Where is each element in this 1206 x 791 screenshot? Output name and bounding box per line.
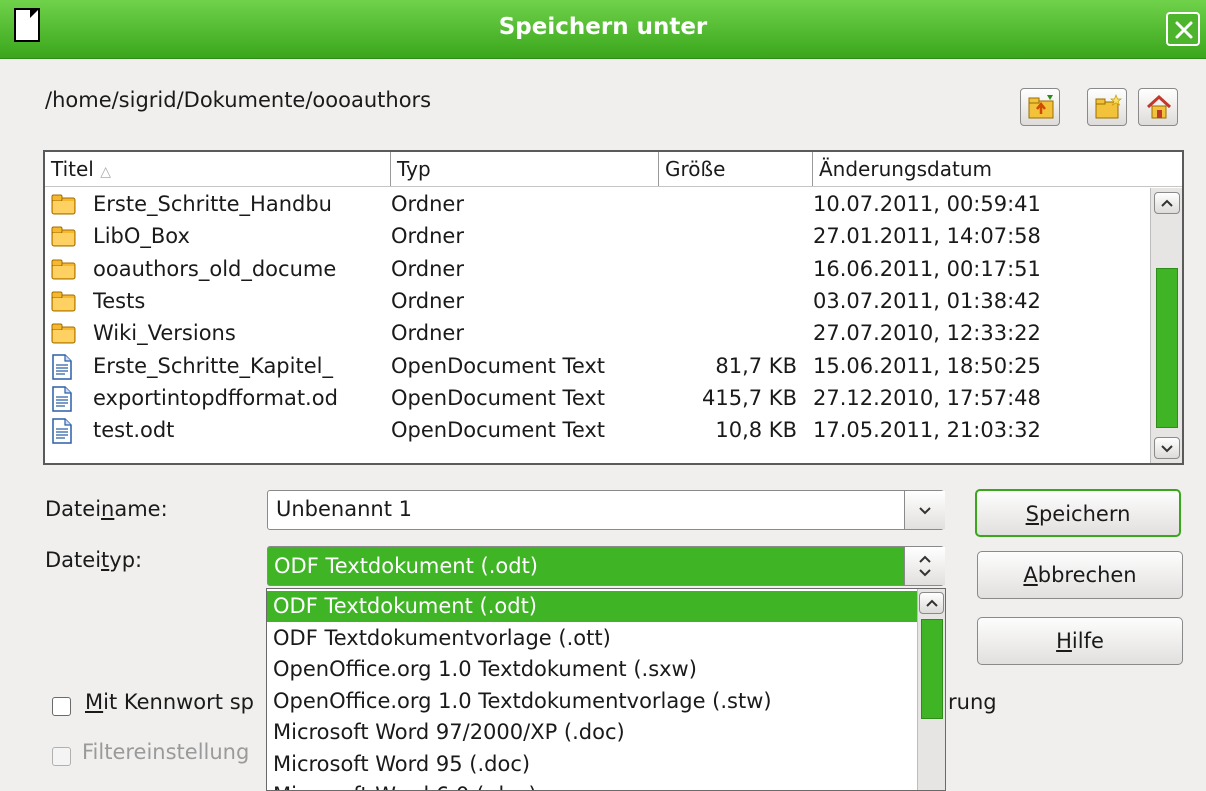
help-button[interactable]: Hilfe bbox=[977, 617, 1183, 665]
file-row[interactable]: Tests Ordner 03.07.2011, 01:38:42 bbox=[45, 285, 1145, 318]
filetype-option[interactable]: OpenOffice.org 1.0 Textdokumentvorlage (… bbox=[267, 686, 917, 717]
cancel-button[interactable]: Abbrechen bbox=[977, 551, 1183, 599]
file-modified-date: 27.01.2011, 14:07:58 bbox=[813, 224, 1041, 249]
filetype-selected-value: ODF Textdokument (.odt) bbox=[274, 554, 538, 578]
file-modified-date: 10.07.2011, 00:59:41 bbox=[813, 192, 1041, 216]
file-size: 81,7 KB bbox=[715, 353, 797, 378]
filetype-select[interactable]: ODF Textdokument (.odt) bbox=[267, 546, 945, 586]
file-row[interactable]: Wiki_Versions Ordner 27.07.2010, 12:33:22 bbox=[45, 317, 1145, 350]
file-type: Ordner bbox=[391, 224, 464, 249]
new-folder-button[interactable] bbox=[1087, 88, 1127, 126]
filename-label: Dateiname: bbox=[45, 497, 168, 521]
file-row[interactable]: ooauthors_old_docume Ordner 16.06.2011, 00… bbox=[45, 253, 1145, 286]
file-size: 415,7 KB bbox=[702, 385, 797, 410]
filetype-option[interactable]: ODF Textdokumentvorlage (.ott) bbox=[267, 623, 917, 654]
file-modified-date: 17.05.2011, 21:03:32 bbox=[813, 418, 1041, 443]
file-modified-date: 16.06.2011, 00:17:51 bbox=[813, 256, 1041, 281]
document-icon bbox=[51, 353, 73, 385]
column-header-size[interactable]: Größe bbox=[659, 152, 813, 186]
filename-dropdown-button[interactable] bbox=[904, 491, 945, 529]
file-name: Erste_Schritte_Handbu bbox=[93, 192, 332, 216]
list-header: Titel △ Typ Größe Änderungsdatum bbox=[45, 152, 1182, 187]
file-size: 10,8 KB bbox=[715, 418, 797, 443]
column-header-title-label: Titel bbox=[51, 157, 94, 181]
file-name: Tests bbox=[93, 288, 146, 313]
updown-arrows-icon bbox=[919, 555, 931, 577]
chevron-down-icon bbox=[919, 507, 931, 515]
filename-input[interactable]: Unbenannt 1 bbox=[276, 497, 412, 521]
file-modified-date: 15.06.2011, 18:50:25 bbox=[813, 353, 1041, 378]
filetype-option[interactable]: Microsoft Word 6.0 (.doc) bbox=[267, 780, 917, 790]
home-button[interactable] bbox=[1138, 88, 1178, 126]
password-checkbox[interactable] bbox=[52, 697, 71, 716]
password-checkbox-label-tail: rung bbox=[948, 690, 997, 714]
filetype-option[interactable]: Microsoft Word 97/2000/XP (.doc) bbox=[267, 717, 917, 748]
file-type: Ordner bbox=[391, 321, 464, 346]
home-icon bbox=[1146, 94, 1172, 119]
column-header-date[interactable]: Änderungsdatum bbox=[813, 152, 1182, 186]
filetype-option[interactable]: OpenOffice.org 1.0 Textdokument (.sxw) bbox=[267, 654, 917, 685]
scrollbar-thumb[interactable] bbox=[921, 619, 943, 719]
document-icon bbox=[51, 418, 73, 449]
file-modified-date: 27.07.2010, 12:33:22 bbox=[813, 321, 1041, 346]
file-name: ooauthors_old_docume bbox=[93, 256, 337, 281]
folder-icon bbox=[51, 192, 77, 221]
scrollbar-thumb[interactable] bbox=[1156, 268, 1178, 428]
current-path: /home/sigrid/Dokumente/oooauthors bbox=[45, 88, 432, 112]
window-title: Speichern unter bbox=[498, 14, 708, 40]
file-type: OpenDocument Text bbox=[391, 385, 606, 410]
document-icon bbox=[51, 386, 73, 417]
filetype-dropdown-button[interactable] bbox=[904, 547, 945, 585]
folder-icon bbox=[51, 321, 77, 350]
file-row[interactable]: exportintopdfformat.od OpenDocument Text 4… bbox=[45, 382, 1145, 415]
file-type: Ordner bbox=[391, 256, 464, 281]
save-button[interactable]: Speichern bbox=[975, 489, 1181, 537]
filetype-option[interactable]: ODF Textdokument (.odt) bbox=[267, 591, 917, 622]
filter-settings-checkbox[interactable] bbox=[52, 747, 71, 766]
up-one-level-button[interactable] bbox=[1020, 88, 1060, 126]
filetype-list-scrollbar[interactable] bbox=[917, 589, 945, 790]
filter-settings-label: Filtereinstellung bbox=[82, 740, 250, 764]
file-name: Wiki_Versions bbox=[93, 321, 236, 346]
file-list[interactable]: Titel △ Typ Größe Änderungsdatum Erste_S… bbox=[43, 150, 1184, 465]
folder-icon bbox=[51, 289, 77, 318]
title-bar[interactable]: Speichern unter bbox=[0, 0, 1206, 59]
file-row[interactable]: LibO_Box Ordner 27.01.2011, 14:07:58 bbox=[45, 220, 1145, 253]
file-row[interactable]: test.odt OpenDocument Text 10,8 KB 17.05.20… bbox=[45, 414, 1145, 447]
file-type: Ordner bbox=[391, 192, 464, 216]
file-name: test.odt bbox=[93, 418, 175, 443]
file-row[interactable]: Erste_Schritte_Handbu Ordner 10.07.2011, 0… bbox=[45, 188, 1145, 221]
scroll-down-button[interactable] bbox=[1154, 437, 1180, 459]
file-modified-date: 27.12.2010, 17:57:48 bbox=[813, 385, 1041, 410]
filetype-dropdown-list[interactable]: ODF Textdokument (.odt) ODF Textdokumentv… bbox=[266, 588, 946, 791]
file-type: OpenDocument Text bbox=[391, 353, 606, 378]
sort-ascending-icon: △ bbox=[100, 164, 112, 180]
file-modified-date: 03.07.2011, 01:38:42 bbox=[813, 288, 1041, 313]
chevron-up-icon bbox=[926, 599, 938, 607]
filetype-option[interactable]: Microsoft Word 95 (.doc) bbox=[267, 749, 917, 780]
folder-icon bbox=[51, 257, 77, 286]
file-list-scrollbar[interactable] bbox=[1150, 188, 1182, 463]
file-name: LibO_Box bbox=[93, 224, 190, 249]
chevron-down-icon bbox=[1161, 445, 1173, 453]
column-header-title[interactable]: Titel △ bbox=[45, 152, 391, 186]
file-name: Erste_Schritte_Kapitel_ bbox=[93, 353, 333, 378]
new-folder-icon bbox=[1095, 94, 1122, 119]
close-icon bbox=[1175, 21, 1193, 39]
scroll-up-button[interactable] bbox=[919, 592, 944, 614]
file-type: OpenDocument Text bbox=[391, 418, 606, 443]
scroll-up-button[interactable] bbox=[1154, 192, 1180, 214]
file-row[interactable]: Erste_Schritte_Kapitel_ OpenDocument Text… bbox=[45, 350, 1145, 383]
file-name: exportintopdfformat.od bbox=[93, 385, 338, 410]
up-one-level-icon bbox=[1028, 95, 1054, 119]
folder-icon bbox=[51, 224, 77, 253]
file-type: Ordner bbox=[391, 288, 464, 313]
close-button[interactable] bbox=[1166, 12, 1200, 46]
password-checkbox-label: Mit Kennwort sp bbox=[85, 690, 254, 714]
filetype-label: Dateityp: bbox=[45, 548, 143, 572]
chevron-up-icon bbox=[1161, 199, 1173, 207]
filename-combobox[interactable]: Unbenannt 1 bbox=[267, 490, 945, 530]
column-header-type[interactable]: Typ bbox=[391, 152, 659, 186]
